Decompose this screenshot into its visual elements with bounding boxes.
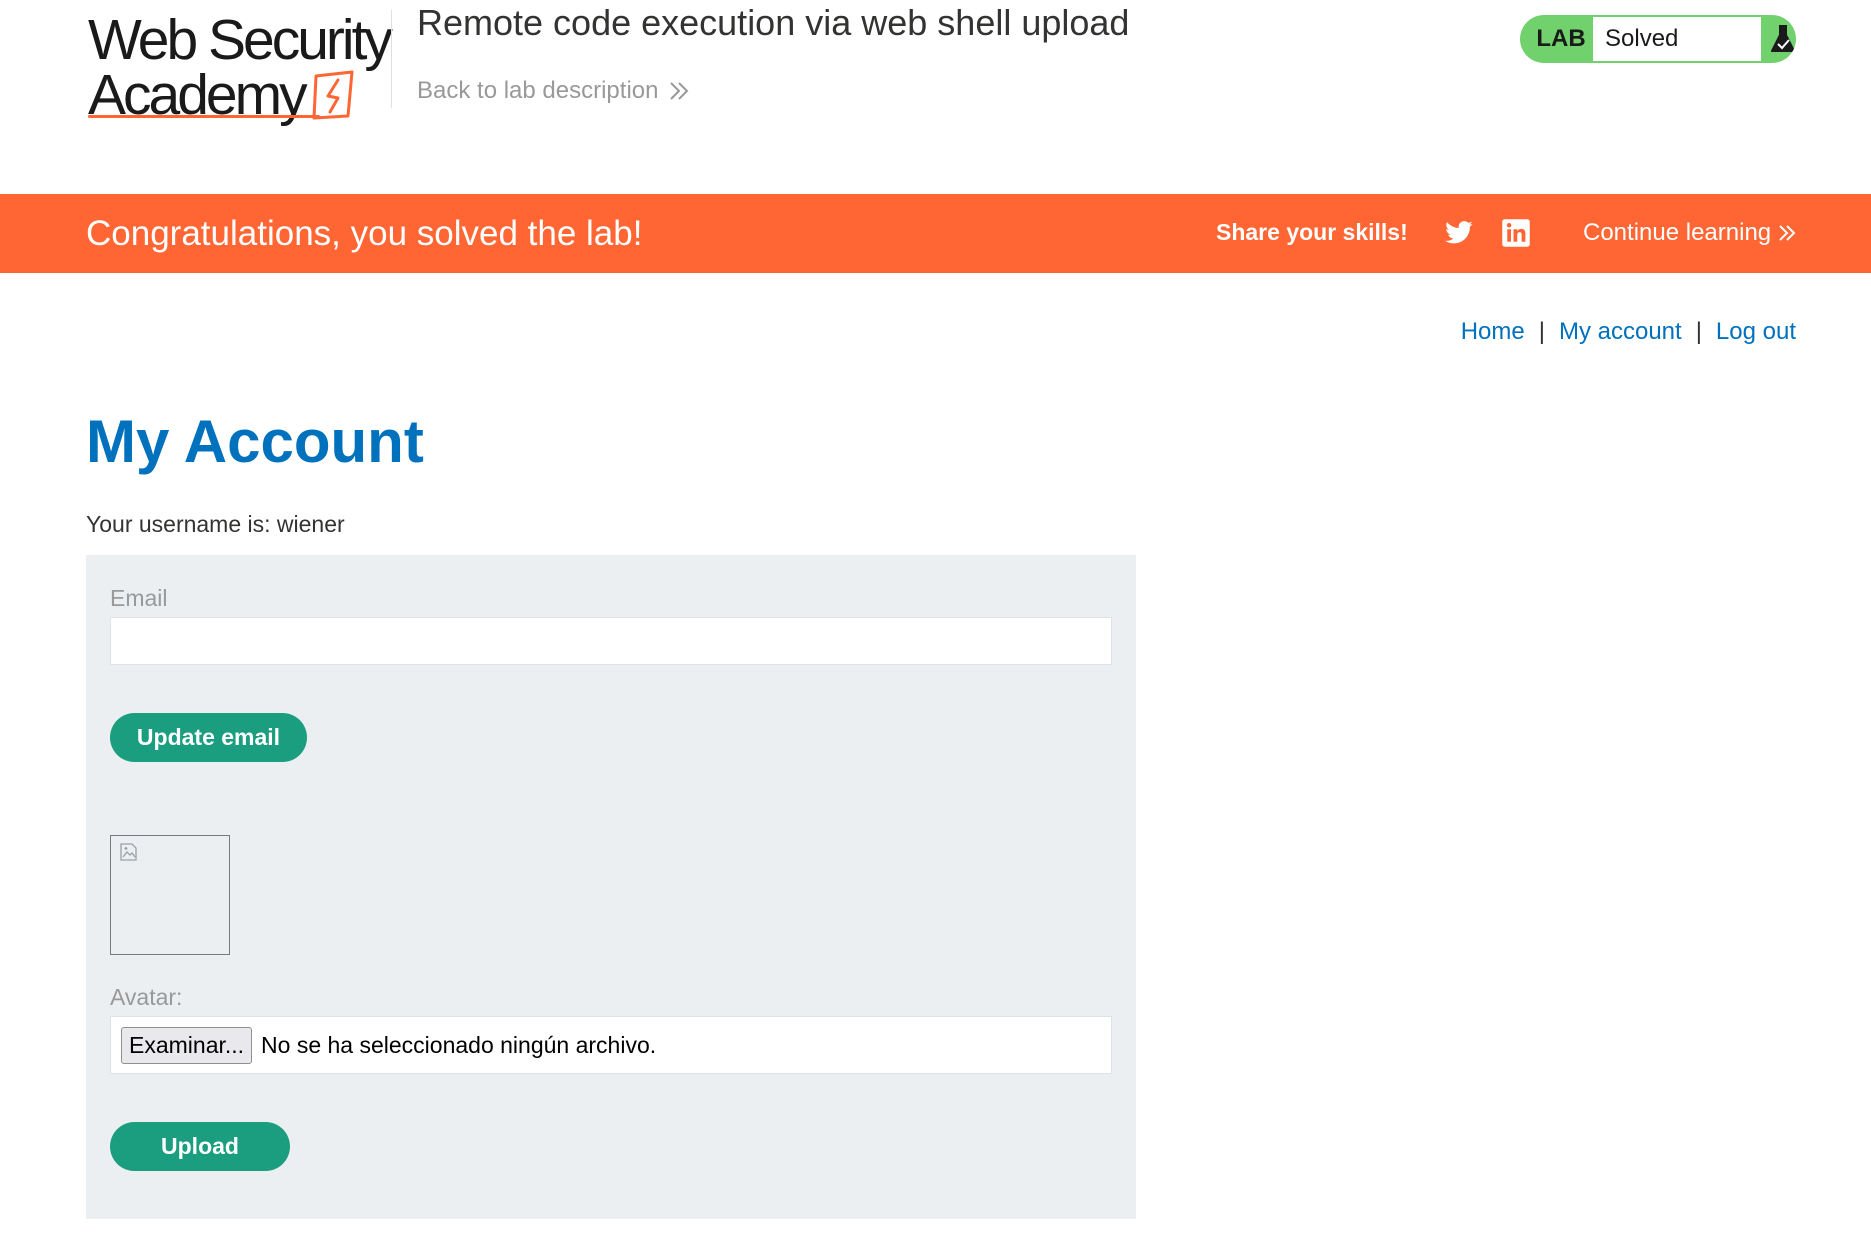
avatar-file-input: Examinar... No se ha seleccionado ningún… [110,1016,1112,1074]
double-chevron-right-icon [1779,225,1796,241]
page-title: My Account [86,408,424,475]
lab-status-badge: LAB Solved [1520,15,1796,63]
nav-log-out-link[interactable]: Log out [1716,318,1796,346]
back-link-label: Back to lab description [417,77,659,104]
avatar-label: Avatar: [110,984,183,1010]
upload-button[interactable]: Upload [110,1122,290,1171]
continue-learning-link[interactable]: Continue learning [1583,219,1797,247]
logo-line-1: Web Security [88,8,393,72]
account-nav: Home | My account | Log out [1461,318,1796,346]
header: Web Security Academy Remote code executi… [0,0,1871,194]
avatar-image [110,835,230,955]
email-field[interactable] [110,617,1112,665]
nav-home-link[interactable]: Home [1461,318,1525,346]
logo-underline [88,115,320,118]
share-skills-label: Share your skills! [1216,219,1408,245]
email-label: Email [110,585,168,611]
username-text: Your username is: wiener [86,511,345,537]
nav-separator: | [1695,318,1702,345]
back-to-lab-description-link[interactable]: Back to lab description [417,77,690,105]
double-chevron-right-icon [670,82,689,100]
lab-title: Remote code execution via web shell uplo… [417,2,1130,43]
lab-status-text: Solved [1593,17,1761,61]
page: Web Security Academy Remote code executi… [0,0,1871,1239]
nav-separator: | [1538,318,1545,345]
header-divider [391,10,392,108]
nav-my-account-link[interactable]: My account [1559,318,1682,346]
lab-label: LAB [1536,25,1586,52]
linkedin-icon[interactable] [1501,218,1531,248]
file-status-text: No se ha seleccionado ningún archivo. [261,1031,657,1058]
continue-learning-label: Continue learning [1583,219,1772,246]
account-forms-panel: Email Update email Avatar: Examinar... N… [86,555,1136,1219]
browse-file-button[interactable]: Examinar... [121,1026,253,1064]
congratulations-message: Congratulations, you solved the lab! [86,214,643,253]
update-email-button[interactable]: Update email [110,713,307,762]
flask-icon [1771,25,1795,52]
twitter-icon[interactable] [1444,218,1474,248]
broken-image-icon [120,843,137,861]
academy-logo[interactable]: Web Security Academy [88,8,393,124]
